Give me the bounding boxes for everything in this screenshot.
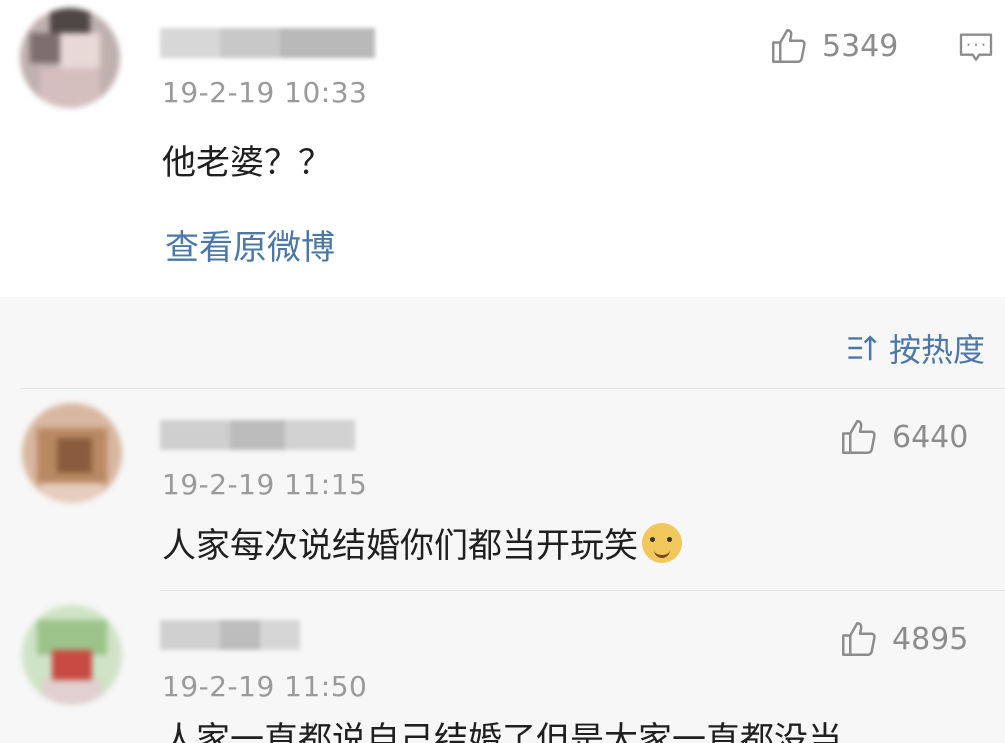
thumbs-up-icon (772, 29, 806, 63)
reply-text-content: 人家每次说结婚你们都当开玩笑 (162, 526, 638, 566)
comment-button[interactable] (955, 28, 997, 72)
username-blurred[interactable] (160, 28, 375, 58)
sort-by-hot-button[interactable]: 按热度 (845, 325, 985, 371)
sort-icon (848, 335, 877, 361)
like-button[interactable]: 6440 (838, 416, 968, 458)
avatar[interactable] (22, 605, 122, 705)
reply-text-clipped: 人家一直都说自己结婚了但是大家一直都没当 (162, 712, 1005, 743)
reply-timestamp: 19-2-19 11:15 (162, 468, 368, 501)
reply-text: 人家每次说结婚你们都当开玩笑 (162, 518, 682, 567)
like-button[interactable]: 5349 (768, 25, 898, 67)
doge-emoji-icon (642, 523, 682, 563)
like-count: 5349 (822, 28, 899, 64)
like-count: 4895 (892, 621, 969, 657)
sort-label: 按热度 (888, 331, 985, 369)
thumbs-up-icon (842, 622, 876, 656)
comment-icon (959, 33, 993, 61)
like-button[interactable]: 4895 (838, 618, 968, 660)
thumbs-up-icon (842, 420, 876, 454)
username-blurred[interactable] (160, 420, 355, 450)
avatar[interactable] (20, 8, 120, 108)
divider (20, 388, 1005, 389)
original-comment: 19-2-19 10:33 他老婆？？ 查看原微博 5349 (0, 0, 1005, 297)
avatar[interactable] (22, 403, 122, 503)
username-blurred[interactable] (160, 620, 300, 650)
divider (160, 590, 1005, 591)
reply-timestamp: 19-2-19 11:50 (162, 670, 368, 703)
like-count: 6440 (892, 419, 969, 455)
view-original-weibo-link[interactable]: 查看原微博 (165, 220, 335, 269)
comment-timestamp: 19-2-19 10:33 (162, 76, 368, 109)
reply-text: 人家一直都说自己结婚了但是大家一直都没当 (162, 720, 842, 743)
comment-text: 他老婆？？ (162, 143, 332, 183)
